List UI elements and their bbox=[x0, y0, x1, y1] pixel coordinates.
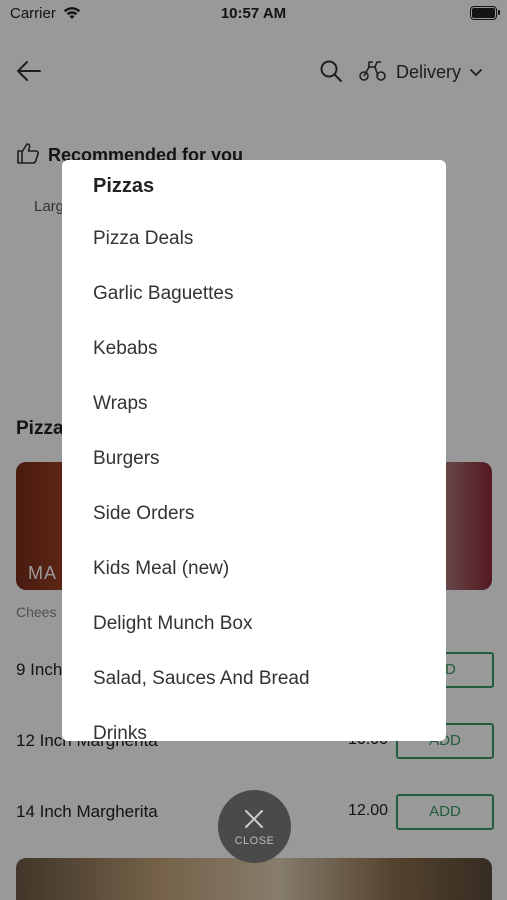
category-item-pizza-deals[interactable]: Pizza Deals bbox=[62, 215, 446, 270]
category-item-side-orders[interactable]: Side Orders bbox=[62, 490, 446, 545]
menu-page: Carrier 10:57 AM Delivery Recommended fo… bbox=[0, 0, 507, 900]
category-item-drinks[interactable]: Drinks bbox=[62, 710, 446, 741]
category-item-garlic-baguettes[interactable]: Garlic Baguettes bbox=[62, 270, 446, 325]
close-label: CLOSE bbox=[234, 835, 275, 847]
popup-title[interactable]: Pizzas bbox=[93, 175, 154, 198]
category-item-kebabs[interactable]: Kebabs bbox=[62, 325, 446, 380]
category-item-burgers[interactable]: Burgers bbox=[62, 435, 446, 490]
close-button[interactable]: CLOSE bbox=[218, 790, 291, 863]
category-item-delight-munch-box[interactable]: Delight Munch Box bbox=[62, 600, 446, 655]
category-item-kids-meal[interactable]: Kids Meal (new) bbox=[62, 545, 446, 600]
category-item-wraps[interactable]: Wraps bbox=[62, 380, 446, 435]
category-list: Pizza Deals Garlic Baguettes Kebabs Wrap… bbox=[62, 215, 446, 741]
category-item-salad-sauces-bread[interactable]: Salad, Sauces And Bread bbox=[62, 655, 446, 710]
category-menu-popup: Pizzas Pizza Deals Garlic Baguettes Keba… bbox=[62, 160, 446, 741]
